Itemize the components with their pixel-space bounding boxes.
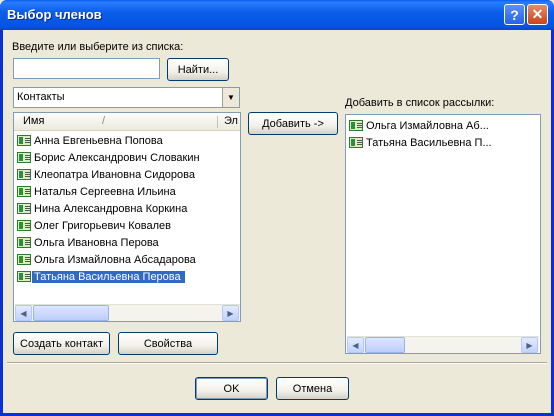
distribution-label: Добавить в список рассылки: <box>345 97 495 109</box>
scrollbar-thumb[interactable] <box>365 337 405 353</box>
contact-card-icon <box>17 135 31 146</box>
list-item[interactable]: Ольга Измайловна Абсадарова <box>14 251 240 268</box>
list-item[interactable]: Анна Евгеньевна Попова <box>14 132 240 149</box>
scrollbar-thumb[interactable] <box>33 305 109 321</box>
ok-button[interactable]: OK <box>195 377 268 400</box>
properties-button[interactable]: Свойства <box>118 332 218 355</box>
arrow-right-icon[interactable]: ▶ <box>222 305 239 321</box>
dialog-title: Выбор членов <box>7 7 102 22</box>
list-item[interactable]: Борис Александрович Словакин <box>14 149 240 166</box>
list-item[interactable]: Клеопатра Ивановна Сидорова <box>14 166 240 183</box>
list-item-label: Ольга Ивановна Перова <box>34 236 159 249</box>
list-item-label: Татьяна Васильевна Перова <box>32 270 185 283</box>
list-item-label: Олег Григорьевич Ковалев <box>34 219 172 232</box>
list-item[interactable]: Татьяна Васильевна Перова <box>14 268 240 285</box>
list-item-label: Татьяна Васильевна П... <box>366 136 492 149</box>
list-item[interactable]: Нина Александровна Коркина <box>14 200 240 217</box>
dialog-body: Введите или выберите из списка: Найти...… <box>3 30 551 413</box>
contacts-list[interactable]: Имя / Эл Анна Евгеньевна Попова Борис Але… <box>13 112 241 322</box>
list-item-label: Ольга Измайловна Абсадарова <box>34 253 196 266</box>
sort-indicator-icon: / <box>102 115 106 127</box>
search-input[interactable] <box>13 58 160 79</box>
search-label: Введите или выберите из списка: <box>12 41 184 53</box>
contact-card-icon <box>17 271 31 282</box>
arrow-left-icon[interactable]: ◀ <box>15 305 32 321</box>
address-book-selected: Контакты <box>17 91 65 103</box>
column-header-name[interactable]: Имя <box>23 115 44 127</box>
contacts-horizontal-scrollbar[interactable]: ◀ ▶ <box>15 304 240 321</box>
contact-card-icon <box>17 152 31 163</box>
column-header-email[interactable]: Эл <box>224 115 238 127</box>
list-item[interactable]: Наталья Сергеевна Ильина <box>14 183 240 200</box>
list-item-label: Ольга Измайловна Аб... <box>366 119 489 132</box>
list-item[interactable]: Ольга Измайловна Аб... <box>346 117 540 134</box>
contact-card-icon <box>349 120 363 131</box>
column-divider[interactable] <box>217 116 218 128</box>
close-icon: ✕ <box>531 6 544 22</box>
add-to-list-button[interactable]: Добавить -> <box>248 112 338 135</box>
cancel-button[interactable]: Отмена <box>276 377 349 400</box>
close-button[interactable]: ✕ <box>527 4 548 25</box>
dialog-window: Выбор членов ? ✕ Введите или выберите из… <box>0 0 554 416</box>
chevron-down-icon[interactable]: ▼ <box>222 88 239 107</box>
list-item[interactable]: Олег Григорьевич Ковалев <box>14 217 240 234</box>
contact-card-icon <box>17 254 31 265</box>
contacts-list-header: Имя / Эл <box>14 113 240 131</box>
help-button[interactable]: ? <box>504 4 525 25</box>
arrow-right-icon[interactable]: ▶ <box>521 337 538 353</box>
contact-card-icon <box>17 169 31 180</box>
contact-card-icon <box>17 203 31 214</box>
create-contact-button[interactable]: Создать контакт <box>13 332 110 355</box>
arrow-left-icon[interactable]: ◀ <box>347 337 364 353</box>
contact-card-icon <box>17 237 31 248</box>
list-item[interactable]: Татьяна Васильевна П... <box>346 134 540 151</box>
list-item-label: Анна Евгеньевна Попова <box>34 134 163 147</box>
distribution-list[interactable]: Ольга Измайловна Аб... Татьяна Васильевна… <box>345 114 541 354</box>
contact-card-icon <box>349 137 363 148</box>
list-item-label: Клеопатра Ивановна Сидорова <box>34 168 195 181</box>
contact-card-icon <box>17 220 31 231</box>
address-book-select[interactable]: Контакты ▼ <box>13 87 240 108</box>
list-item-label: Наталья Сергеевна Ильина <box>34 185 176 198</box>
list-item-label: Борис Александрович Словакин <box>34 151 200 164</box>
divider <box>7 362 547 364</box>
find-button[interactable]: Найти... <box>167 58 229 81</box>
distribution-horizontal-scrollbar[interactable]: ◀ ▶ <box>347 336 539 353</box>
contact-card-icon <box>17 186 31 197</box>
list-item[interactable]: Ольга Ивановна Перова <box>14 234 240 251</box>
list-item-label: Нина Александровна Коркина <box>34 202 188 215</box>
title-bar[interactable]: Выбор членов ? ✕ <box>0 0 554 30</box>
